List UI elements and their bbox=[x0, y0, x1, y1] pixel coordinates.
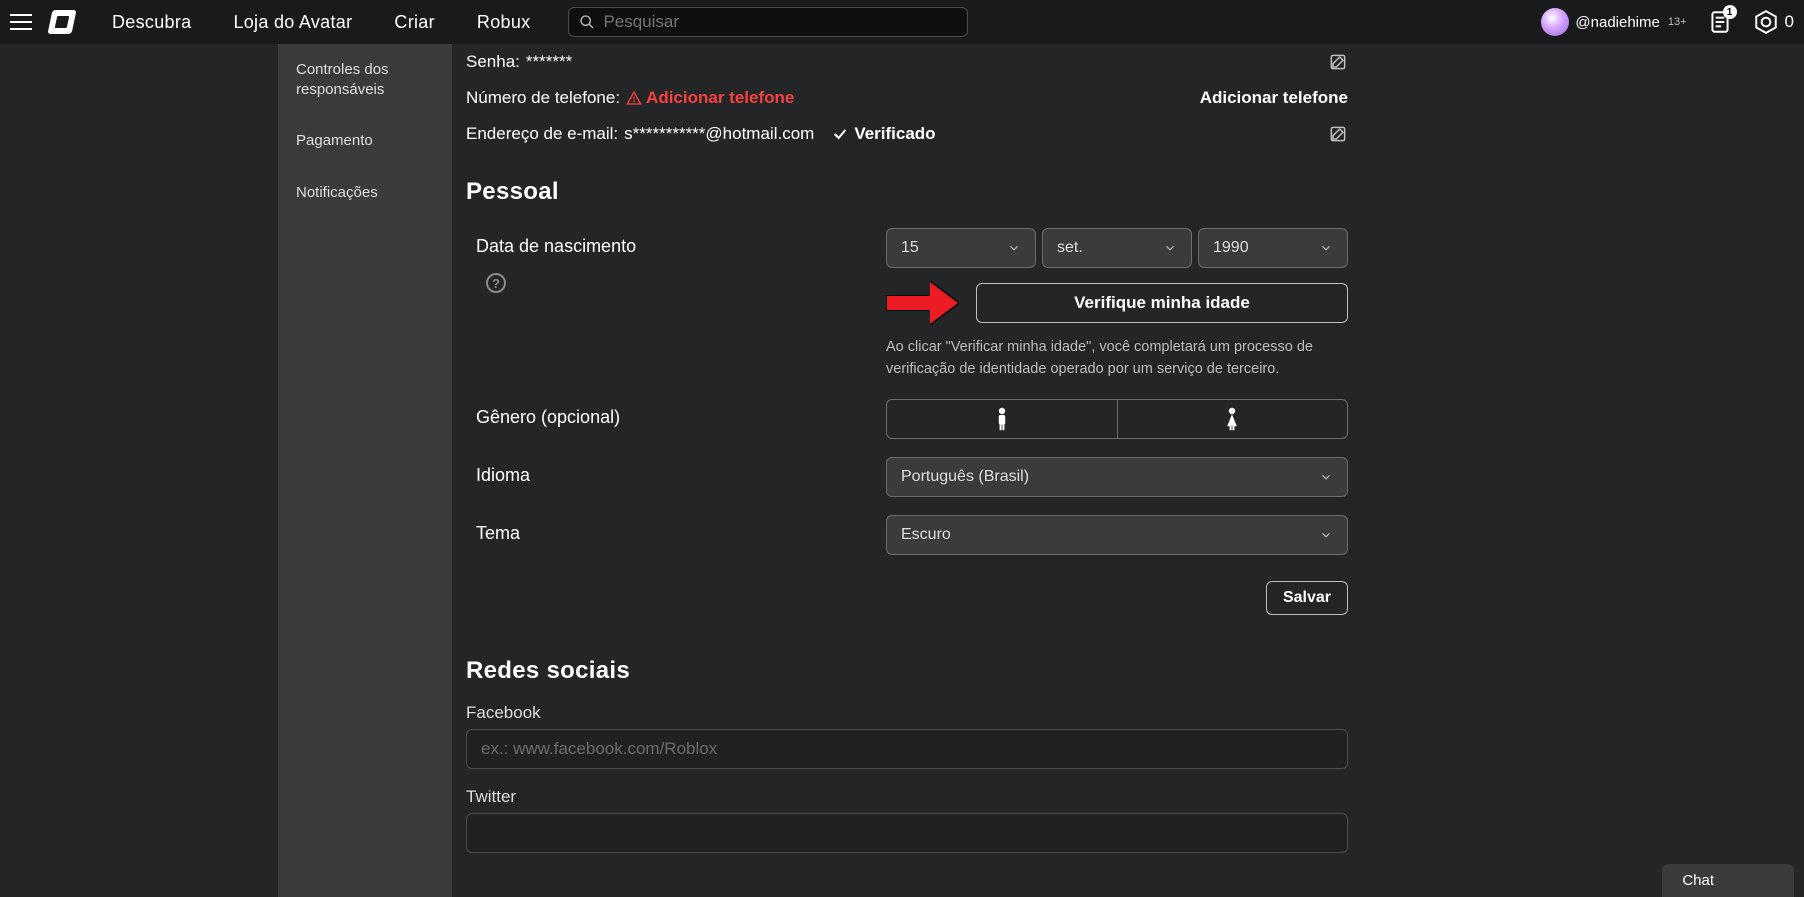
nav-links: Descubra Loja do Avatar Criar Robux bbox=[112, 12, 530, 33]
username: @nadiehime bbox=[1575, 14, 1659, 31]
user-menu[interactable]: @nadiehime 13+ bbox=[1541, 8, 1686, 36]
theme-select[interactable]: Escuro bbox=[886, 515, 1348, 555]
annotation-arrow bbox=[886, 282, 958, 324]
row-theme: Tema Escuro bbox=[466, 507, 1348, 565]
twitter-input[interactable] bbox=[466, 813, 1348, 853]
verify-age-button[interactable]: Verifique minha idade bbox=[976, 283, 1348, 323]
email-label: Endereço de e-mail: bbox=[466, 124, 618, 144]
notifications-button[interactable]: 1 bbox=[1705, 7, 1735, 37]
phone-label: Número de telefone: bbox=[466, 88, 620, 108]
dob-label: Data de nascimento bbox=[476, 236, 886, 257]
female-icon bbox=[1222, 407, 1242, 431]
nav-avatar-shop[interactable]: Loja do Avatar bbox=[233, 12, 352, 33]
nav-create[interactable]: Criar bbox=[394, 12, 435, 33]
gender-female-button[interactable] bbox=[1118, 399, 1349, 439]
theme-label: Tema bbox=[466, 515, 886, 544]
robux-amount: 0 bbox=[1785, 12, 1794, 32]
chevron-down-icon bbox=[1319, 528, 1333, 542]
settings-side-panel: Controles dos responsáveis Pagamento Not… bbox=[278, 44, 452, 897]
section-title-social: Redes sociais bbox=[466, 657, 1348, 685]
email-verified: Verificado bbox=[832, 124, 935, 144]
dob-help-icon[interactable]: ? bbox=[486, 273, 506, 293]
add-phone-button[interactable]: Adicionar telefone bbox=[1200, 88, 1348, 108]
email-value: s***********@hotmail.com bbox=[624, 124, 814, 144]
password-label: Senha: bbox=[466, 52, 520, 72]
row-language: Idioma Português (Brasil) bbox=[466, 449, 1348, 507]
age-badge: 13+ bbox=[1668, 16, 1687, 28]
gender-male-button[interactable] bbox=[886, 399, 1118, 439]
facebook-label: Facebook bbox=[466, 703, 1348, 723]
dob-month-select[interactable]: set. bbox=[1042, 228, 1192, 268]
gender-label: Gênero (opcional) bbox=[466, 399, 886, 428]
robux-icon bbox=[1753, 9, 1779, 35]
search-input[interactable] bbox=[603, 12, 957, 32]
verify-age-hint: Ao clicar "Verificar minha idade", você … bbox=[886, 336, 1348, 381]
robux-balance[interactable]: 0 bbox=[1753, 9, 1794, 35]
row-gender: Gênero (opcional) bbox=[466, 391, 1348, 449]
row-dob: Data de nascimento ? 15 set. bbox=[466, 220, 1348, 391]
side-item-payment[interactable]: Pagamento bbox=[278, 115, 452, 167]
save-button[interactable]: Salvar bbox=[1266, 581, 1348, 615]
edit-email-button[interactable] bbox=[1328, 124, 1348, 144]
chevron-down-icon bbox=[1319, 241, 1333, 255]
chevron-down-icon bbox=[1319, 470, 1333, 484]
edit-password-button[interactable] bbox=[1328, 52, 1348, 72]
twitter-label: Twitter bbox=[466, 787, 1348, 807]
facebook-input[interactable] bbox=[466, 729, 1348, 769]
language-label: Idioma bbox=[466, 457, 886, 486]
language-select[interactable]: Português (Brasil) bbox=[886, 457, 1348, 497]
section-title-personal: Pessoal bbox=[466, 178, 1348, 206]
dob-day-select[interactable]: 15 bbox=[886, 228, 1036, 268]
side-item-parental[interactable]: Controles dos responsáveis bbox=[278, 44, 452, 115]
nav-discover[interactable]: Descubra bbox=[112, 12, 191, 33]
row-phone: Número de telefone: Adicionar telefone A… bbox=[466, 80, 1348, 116]
nav-robux[interactable]: Robux bbox=[477, 12, 531, 33]
notifications-badge: 1 bbox=[1723, 5, 1737, 19]
check-icon bbox=[832, 126, 848, 142]
chevron-down-icon bbox=[1007, 241, 1021, 255]
search-box[interactable] bbox=[568, 7, 968, 37]
phone-warning: Adicionar telefone bbox=[626, 88, 794, 108]
search-icon bbox=[579, 14, 595, 30]
avatar bbox=[1541, 8, 1569, 36]
row-password: Senha: ******* bbox=[466, 44, 1348, 80]
top-nav: Descubra Loja do Avatar Criar Robux @nad… bbox=[0, 0, 1804, 44]
chevron-down-icon bbox=[1163, 241, 1177, 255]
edit-icon bbox=[1328, 52, 1348, 72]
dob-year-select[interactable]: 1990 bbox=[1198, 228, 1348, 268]
row-email: Endereço de e-mail: s***********@hotmail… bbox=[466, 116, 1348, 152]
side-item-notifications[interactable]: Notificações bbox=[278, 167, 452, 219]
password-value: ******* bbox=[526, 52, 572, 72]
male-icon bbox=[992, 407, 1012, 431]
alert-icon bbox=[626, 90, 642, 106]
menu-icon[interactable] bbox=[10, 14, 32, 30]
chat-button[interactable]: Chat bbox=[1662, 864, 1794, 897]
roblox-logo[interactable] bbox=[47, 10, 76, 34]
edit-icon bbox=[1328, 124, 1348, 144]
